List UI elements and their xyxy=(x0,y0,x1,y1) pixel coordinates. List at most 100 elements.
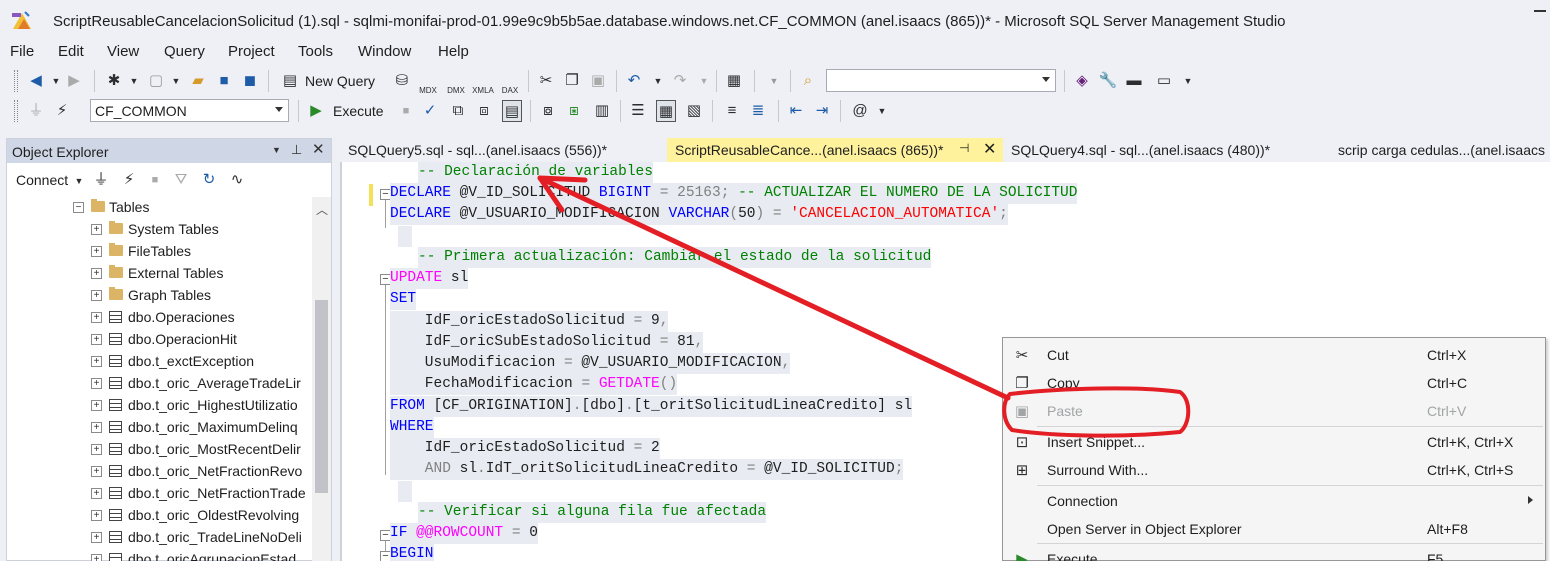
wrench-icon[interactable]: 🔧 xyxy=(1098,70,1118,92)
tree-node[interactable]: + dbo.t_oricAgrupacionEstad xyxy=(7,549,312,561)
client-stats-icon[interactable]: ▥ xyxy=(592,100,612,122)
close-icon[interactable]: ✕ xyxy=(312,140,325,158)
tab-scrip-carga-cedulas[interactable]: scrip carga cedulas...(anel.isaacs xyxy=(1330,138,1550,162)
connect-dropdown-icon[interactable]: ▼ xyxy=(69,170,89,192)
expand-icon[interactable]: + xyxy=(91,488,102,499)
tree-node[interactable]: + dbo.t_oric_NetFractionRevo xyxy=(7,461,312,483)
stop-icon[interactable]: ■ xyxy=(145,169,165,191)
tree-node[interactable]: + dbo.t_oric_MaximumDelinq xyxy=(7,417,312,439)
specify-template-values-icon[interactable]: @ xyxy=(850,100,870,122)
menu-project[interactable]: Project xyxy=(228,43,275,60)
toolbox-icon[interactable]: ▬ xyxy=(1124,70,1144,92)
back-icon[interactable]: ◀ xyxy=(26,70,46,92)
new-project-icon[interactable]: ✱ xyxy=(104,70,124,92)
context-menu-insert-snippet[interactable]: ⊡ Insert Snippet... Ctrl+K, Ctrl+X xyxy=(1003,428,1545,455)
menu-window[interactable]: Window xyxy=(358,43,411,60)
actual-plan-icon[interactable]: ⧇ xyxy=(538,100,558,122)
menu-file[interactable]: File xyxy=(10,43,34,60)
expand-icon[interactable]: + xyxy=(91,466,102,477)
parse-icon[interactable]: ✓ xyxy=(420,100,440,122)
object-explorer-scrollbar[interactable]: ︿ xyxy=(312,197,331,561)
tree-node[interactable]: + dbo.t_oric_OldestRevolving xyxy=(7,505,312,527)
expand-icon[interactable]: + xyxy=(91,532,102,543)
context-menu-copy[interactable]: ❐ Copy Ctrl+C xyxy=(1003,369,1545,396)
expand-icon[interactable]: + xyxy=(91,422,102,433)
expand-icon[interactable]: + xyxy=(91,224,102,235)
tree-node[interactable]: + FileTables xyxy=(7,241,312,263)
toolbar-grip[interactable] xyxy=(14,70,18,92)
add-item-dropdown-icon[interactable]: ▼ xyxy=(166,70,186,92)
redo-dropdown-icon[interactable]: ▼ xyxy=(694,70,714,92)
database-combo[interactable]: CF_COMMON xyxy=(90,99,289,122)
solution-config-dropdown-icon[interactable]: ▼ xyxy=(764,70,784,92)
results-to-text-icon[interactable]: ☰ xyxy=(628,100,648,122)
activity-monitor-icon[interactable]: ▦ xyxy=(724,70,744,92)
find-combo[interactable] xyxy=(826,69,1056,92)
results-to-file-icon[interactable]: ▧ xyxy=(684,100,704,122)
context-menu-surround-with[interactable]: ⊞ Surround With... Ctrl+K, Ctrl+S xyxy=(1003,456,1545,483)
scrollbar-thumb[interactable] xyxy=(315,300,328,493)
expand-icon[interactable]: + xyxy=(91,510,102,521)
tree-node[interactable]: + dbo.t_oric_NetFractionTrade xyxy=(7,483,312,505)
collapse-icon[interactable]: − xyxy=(73,202,84,213)
disconnect-icon[interactable]: ⚡ xyxy=(119,169,139,191)
change-connection-icon[interactable]: ⚡ xyxy=(52,100,72,122)
menu-help[interactable]: Help xyxy=(438,43,469,60)
estimated-plan-icon[interactable]: ⧉ xyxy=(448,100,468,122)
tree-node[interactable]: + dbo.t_oric_HighestUtilizatio xyxy=(7,395,312,417)
tree-node[interactable]: + System Tables xyxy=(7,219,312,241)
undo-dropdown-icon[interactable]: ▼ xyxy=(648,70,668,92)
tree-node[interactable]: + dbo.t_oric_TradeLineNoDeli xyxy=(7,527,312,549)
tab-sqlquery5[interactable]: SQLQuery5.sql - sql...(anel.isaacs (556)… xyxy=(340,138,666,162)
cut-icon[interactable]: ✂ xyxy=(536,70,556,92)
chevron-down-icon[interactable] xyxy=(275,107,283,112)
uncomment-lines-icon[interactable]: ≣ xyxy=(748,100,768,122)
menu-view[interactable]: View xyxy=(107,43,139,60)
intellisense-icon[interactable]: ▤ xyxy=(502,100,522,122)
minimize-icon[interactable] xyxy=(1534,10,1546,12)
connect-plug-icon[interactable]: ⏚ xyxy=(91,169,111,191)
find-in-files-icon[interactable]: ⌕ xyxy=(798,70,818,92)
increase-indent-icon[interactable]: ⇥ xyxy=(812,100,832,122)
refresh-icon[interactable]: ↻ xyxy=(199,169,219,191)
activity-icon[interactable]: ∿ xyxy=(227,169,247,191)
back-dropdown-icon[interactable]: ▼ xyxy=(46,70,66,92)
pin-icon[interactable]: ⊣ xyxy=(959,141,969,155)
toolbar-overflow-icon[interactable]: ▼ xyxy=(872,100,892,122)
menu-query[interactable]: Query xyxy=(164,43,205,60)
undo-icon[interactable]: ↶ xyxy=(624,70,644,92)
pin-icon[interactable]: ⊥ xyxy=(291,142,302,158)
tree-node-tables[interactable]: − Tables xyxy=(7,197,312,219)
filter-icon[interactable]: ⛛ xyxy=(171,169,191,191)
comment-lines-icon[interactable]: ≡ xyxy=(722,100,742,122)
expand-icon[interactable]: + xyxy=(91,312,102,323)
context-menu-connection[interactable]: Connection xyxy=(1003,487,1545,514)
chevron-down-icon[interactable] xyxy=(1042,77,1050,82)
tree-node[interactable]: + dbo.Operaciones xyxy=(7,307,312,329)
command-window-icon[interactable]: ▭ xyxy=(1154,70,1174,92)
forward-icon[interactable]: ▶ xyxy=(64,70,84,92)
expand-icon[interactable]: + xyxy=(91,400,102,411)
copy-icon[interactable]: ❐ xyxy=(562,70,582,92)
menu-edit[interactable]: Edit xyxy=(58,43,84,60)
context-menu-open-server[interactable]: Open Server in Object Explorer Alt+F8 xyxy=(1003,515,1545,542)
close-icon[interactable]: ✕ xyxy=(983,139,996,159)
redo-icon[interactable]: ↷ xyxy=(670,70,690,92)
execute-button[interactable]: Execute xyxy=(333,103,384,119)
connect-icon[interactable]: ⏚ xyxy=(26,100,46,122)
tab-script-reusable[interactable]: ScriptReusableCance...(anel.isaacs (865)… xyxy=(667,138,1003,162)
toolbar-overflow-icon[interactable]: ▼ xyxy=(1178,70,1198,92)
expand-icon[interactable]: + xyxy=(91,268,102,279)
chevron-up-icon[interactable]: ︿ xyxy=(316,201,328,218)
add-item-icon[interactable]: ▢ xyxy=(146,70,166,92)
results-to-grid-icon[interactable]: ▦ xyxy=(656,100,676,122)
tree-node[interactable]: + Graph Tables xyxy=(7,285,312,307)
tree-node[interactable]: + dbo.t_oric_MostRecentDelir xyxy=(7,439,312,461)
tree-node[interactable]: + External Tables xyxy=(7,263,312,285)
toolbar-grip[interactable] xyxy=(14,100,18,122)
execute-icon[interactable]: ▶ xyxy=(306,100,326,122)
decrease-indent-icon[interactable]: ⇤ xyxy=(786,100,806,122)
tree-node[interactable]: + dbo.t_exctException xyxy=(7,351,312,373)
expand-icon[interactable]: + xyxy=(91,444,102,455)
tab-sqlquery4[interactable]: SQLQuery4.sql - sql...(anel.isaacs (480)… xyxy=(1003,138,1323,162)
